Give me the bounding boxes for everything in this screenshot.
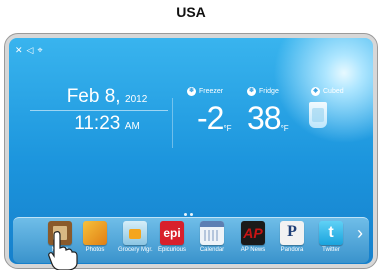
app-twitter[interactable]: t Twitter [314,221,348,253]
app-calendar[interactable]: Calendar [195,221,229,253]
time-text: 11:23 [74,113,121,134]
fridge-icon: ❄ [247,87,256,96]
network-icon[interactable]: ⌖ [37,45,42,55]
grocery-icon [123,221,147,245]
ice-mode-label: ◈ Cubed [311,87,344,96]
freezer-temp-value: -2 [197,100,224,136]
status-icons: ✕ ◁ ⌖ [15,45,43,55]
app-epicurious[interactable]: epi Epicurious [155,221,189,253]
calendar-icon [200,221,224,245]
freezer-temp[interactable]: -2°F [197,100,232,137]
chevron-right-icon[interactable]: › [357,224,363,242]
freezer-label: ❄ Freezer [187,87,224,96]
ice-cup-icon[interactable] [309,102,327,128]
region-caption: USA [176,4,206,20]
fridge-temp-value: 38 [247,100,282,136]
time-display: 11:23 AM [46,113,168,135]
fridge-label: ❄ Fridge [247,87,279,96]
year-text: 2012 [125,94,148,105]
ampm-text: AM [124,121,140,132]
app-grocery-mgr[interactable]: Grocery Mgr. [118,221,153,253]
freezer-icon: ❄ [187,87,196,96]
app-pandora[interactable]: P Pandora [275,221,309,253]
app-photos[interactable]: Photos [78,221,112,253]
photos-icon [83,221,107,245]
app-ap-news[interactable]: AP AP News [236,221,270,253]
epicurious-icon: epi [160,221,184,245]
dock-page-indicator [184,213,193,216]
date-text: Feb 8, [66,86,121,107]
fridge-temp[interactable]: 38°F [247,100,289,137]
speaker-icon[interactable]: ◁ [27,45,34,55]
twitter-icon: t [319,221,343,245]
date-display: Feb 8, 2012 [46,86,168,108]
pointing-hand-icon [48,231,78,270]
fridge-temp-unit: °F [280,124,289,133]
ap-news-icon: AP [241,221,265,245]
panel-divider [172,98,173,148]
ice-icon: ◈ [311,87,320,96]
close-icon[interactable]: ✕ [15,45,23,55]
pandora-icon: P [280,221,304,245]
clock-divider [30,110,168,111]
freezer-temp-unit: °F [223,124,232,133]
